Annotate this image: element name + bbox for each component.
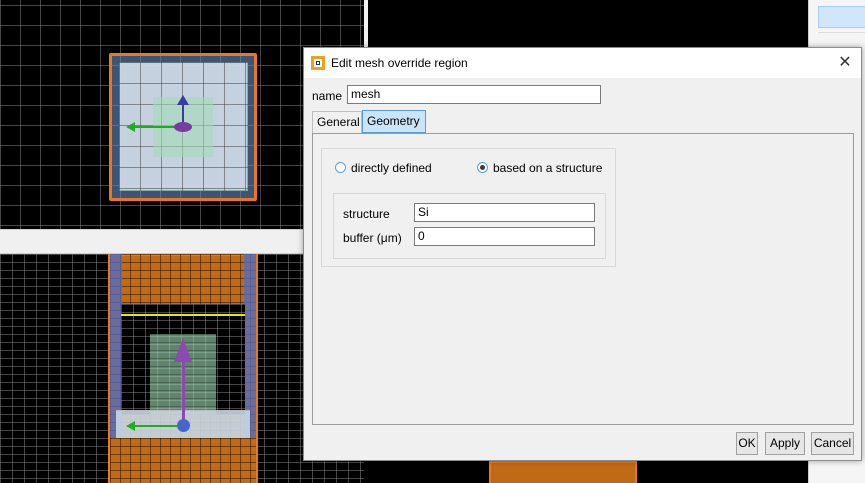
mesh-override-region-outline[interactable] [489,461,637,483]
substrate-lower [110,438,256,483]
x-axis-arrow-icon [134,425,182,427]
based-on-structure-radio[interactable] [477,162,488,173]
origin-marker-icon [174,122,192,132]
structure-label: structure [343,207,390,221]
z-axis-arrow-icon [182,358,185,426]
based-on-structure-label[interactable]: based on a structure [493,161,602,175]
name-label: name [312,89,343,103]
close-icon[interactable]: ✕ [835,53,855,73]
origin-marker-icon [177,419,190,432]
tab-general[interactable]: General [312,111,362,133]
geometry-group-box: directly defined based on a structure st… [321,148,616,267]
name-input[interactable]: mesh [347,85,601,104]
z-axis-arrowhead-icon [174,338,192,362]
dialog-titlebar[interactable]: Edit mesh override region ✕ [304,48,861,78]
ok-button[interactable]: OK [736,432,758,455]
buffer-input[interactable]: 0 [414,227,595,246]
app-icon [311,56,325,70]
structure-settings-box: structure Si buffer (μm) 0 [333,193,606,259]
directly-defined-radio[interactable] [335,162,346,173]
x-axis-arrowhead-icon [126,421,135,431]
geometry-tab-panel: directly defined based on a structure st… [312,133,854,425]
side-panel-selected-item[interactable] [818,6,865,28]
dialog-title: Edit mesh override region [331,56,468,70]
tab-geometry[interactable]: Geometry [362,110,426,133]
cancel-button[interactable]: Cancel [811,432,854,455]
y-axis-arrowhead-icon [177,95,189,105]
directly-defined-label[interactable]: directly defined [351,161,432,175]
buffer-label: buffer (μm) [343,231,402,245]
x-axis-arrowhead-icon [126,122,135,132]
monitor-line[interactable] [121,314,245,316]
structure-input[interactable]: Si [414,203,595,222]
side-panel-divider [818,32,865,33]
apply-button[interactable]: Apply [765,432,805,455]
edit-mesh-override-dialog[interactable]: Edit mesh override region ✕ name mesh Ge… [303,47,862,461]
